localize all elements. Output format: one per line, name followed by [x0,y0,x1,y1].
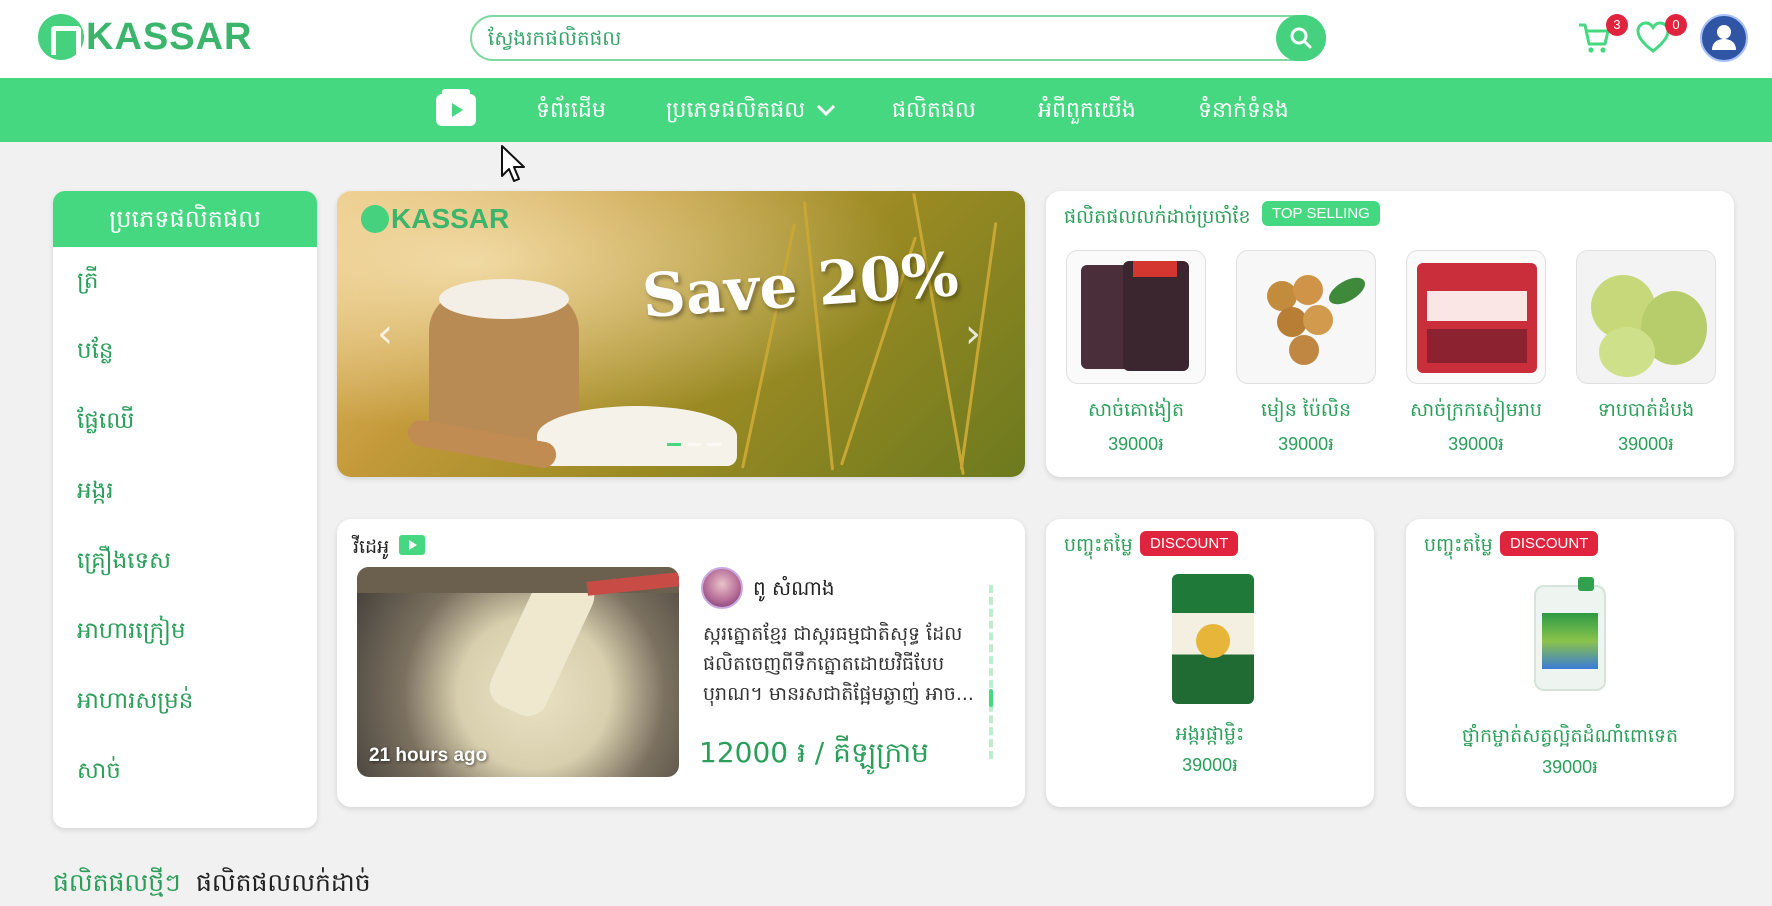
product-image [1236,250,1376,384]
carousel-prev-arrow[interactable]: ‹ [377,311,393,357]
category-vegetables[interactable]: បន្លែ [77,337,114,370]
discount-product-price: 39000៛ [1542,757,1598,777]
search-button[interactable] [1276,15,1326,61]
discount-card[interactable]: បញ្ចុះតម្លៃ DISCOUNT អង្ករផ្កាម្លិះ 3900… [1046,519,1374,807]
seller-name[interactable]: ពូ សំណាង [753,575,835,605]
carousel-dot[interactable] [667,443,681,446]
top-selling-tag: TOP SELLING [1262,201,1380,226]
banner-logo-text: KASSAR [391,203,510,234]
product-name: សាច់ក្រកសៀមរាប [1410,399,1542,421]
header: KASSAR 3 0 [0,0,1772,78]
search-bar [470,15,1326,61]
discount-tag: DISCOUNT [1500,531,1599,556]
video-scrollbar-thumb[interactable] [989,689,993,707]
category-sidebar: ប្រភេទផលិតផល ត្រី បន្លែ ផ្លែឈើ អង្ករ គ្រ… [53,191,317,828]
cart-button[interactable]: 3 [1576,14,1628,60]
promo-banner[interactable]: KASSAR Save 20% ‹ › [337,191,1025,477]
product-price: 39000៛ [1618,434,1674,454]
nav-categories-label: ប្រភេទផលិតផល [666,98,806,123]
product-name: ទាបបាត់ដំបង [1597,399,1695,421]
logo-mark-icon [38,14,84,60]
product-image [1576,250,1716,384]
discount-title: បញ្ចុះតម្លៃ [1064,534,1133,556]
tab-new-products[interactable]: ផលិតផលថ្មីៗ [53,868,181,904]
product-price: 39000៛ [1278,434,1334,454]
logo-text: KASSAR [86,15,253,58]
chevron-down-icon [817,104,836,117]
category-meat[interactable]: សាច់ [77,757,121,790]
product-price: 39000៛ [1108,434,1164,454]
category-rice[interactable]: អង្ករ [77,477,114,510]
video-time-ago: 21 hours ago [369,745,488,766]
rice-pile-image [537,406,737,466]
category-dried-food[interactable]: អាហារក្រៀម [77,617,186,650]
user-avatar-button[interactable] [1700,14,1748,62]
category-fish[interactable]: ត្រី [77,267,98,300]
product-image [1406,250,1546,384]
nav-about[interactable]: អំពីពួកយើង [1038,96,1136,128]
product-card[interactable]: មៀន ប៉ៃលិន 39000៛ [1236,250,1376,459]
rice-sack-top [439,279,569,319]
video-description: ស្ករត្នោតខ្មែរ ជាស្ករធម្មជាតិសុទ្ធ ដែលផល… [703,623,974,705]
sidebar-title: ប្រភេទផលិតផល [53,191,317,247]
discount-title: បញ្ចុះតម្លៃ [1424,534,1493,556]
product-card[interactable]: ទាបបាត់ដំបង 39000៛ [1576,250,1716,459]
video-scrollbar-track[interactable] [989,585,993,759]
mouse-cursor-icon [501,145,525,182]
video-card: វីដេអូ 21 hours ago ពូ សំណាង ស្ករត្នោតខ្… [337,519,1025,807]
discount-product-image [1172,574,1254,704]
tab-best-selling[interactable]: ផលិតផលលក់ដាច់ [196,868,371,904]
top-selling-title: ផលិតផលលក់ដាច់ប្រចាំខែ [1064,206,1251,228]
banner-logo-mark-icon [361,205,389,233]
carousel-next-arrow[interactable]: › [965,311,981,357]
cart-count-badge: 3 [1606,14,1628,36]
user-icon [1712,25,1736,50]
carousel-dots [667,443,721,446]
carousel-dot[interactable] [707,443,721,446]
logo[interactable]: KASSAR [38,14,252,60]
video-icon [399,535,425,555]
main-nav: ទំព័រដើម ប្រភេទផលិតផល ផលិតផល អំពីពួកយើង … [0,78,1772,142]
product-image [1066,250,1206,384]
category-snacks[interactable]: អាហារសម្រន់ [77,687,193,720]
product-name: សាច់គោងៀត [1087,399,1185,421]
video-section-title: វីដេអូ [353,536,390,558]
nav-contact[interactable]: ទំនាក់ទំនង [1198,96,1289,128]
nav-categories[interactable]: ប្រភេទផលិតផល [666,96,836,128]
category-fruits[interactable]: ផ្លែឈើ [77,407,134,440]
nav-products[interactable]: ផលិតផល [892,96,976,128]
category-spices[interactable]: គ្រឿងទេស [77,547,171,580]
carousel-dot[interactable] [687,443,701,446]
discount-card[interactable]: បញ្ចុះតម្លៃ DISCOUNT ថ្នាំកម្ចាត់សត្វល្អ… [1406,519,1734,807]
discount-product-name: អង្ករផ្កាម្លិះ [1175,723,1245,745]
video-thumbnail[interactable]: 21 hours ago [357,567,679,777]
product-name: មៀន ប៉ៃលិន [1260,399,1352,421]
wishlist-count-badge: 0 [1665,14,1687,36]
discount-tag: DISCOUNT [1140,531,1239,556]
banner-logo: KASSAR [361,203,509,235]
product-price: 39000៛ [1448,434,1504,454]
search-icon [1290,27,1312,49]
discount-product-name: ថ្នាំកម្ចាត់សត្វល្អិតដំណាំពោទេត [1461,725,1679,747]
nav-home[interactable]: ទំព័រដើម [536,96,606,128]
video-product-price: 12000 ៛ / គីឡូក្រាម [699,736,929,769]
product-card[interactable]: សាច់គោងៀត 39000៛ [1066,250,1206,459]
search-input[interactable] [488,25,1228,51]
product-card[interactable]: សាច់ក្រកសៀមរាប 39000៛ [1406,250,1546,459]
top-selling-card: ផលិតផលលក់ដាច់ប្រចាំខែ TOP SELLING សាច់គោ… [1046,191,1734,477]
seller-avatar[interactable] [701,567,743,609]
discount-product-price: 39000៛ [1182,755,1238,775]
wishlist-button[interactable]: 0 [1635,14,1687,60]
video-nav-icon[interactable] [436,89,476,126]
discount-product-image [1534,577,1606,691]
